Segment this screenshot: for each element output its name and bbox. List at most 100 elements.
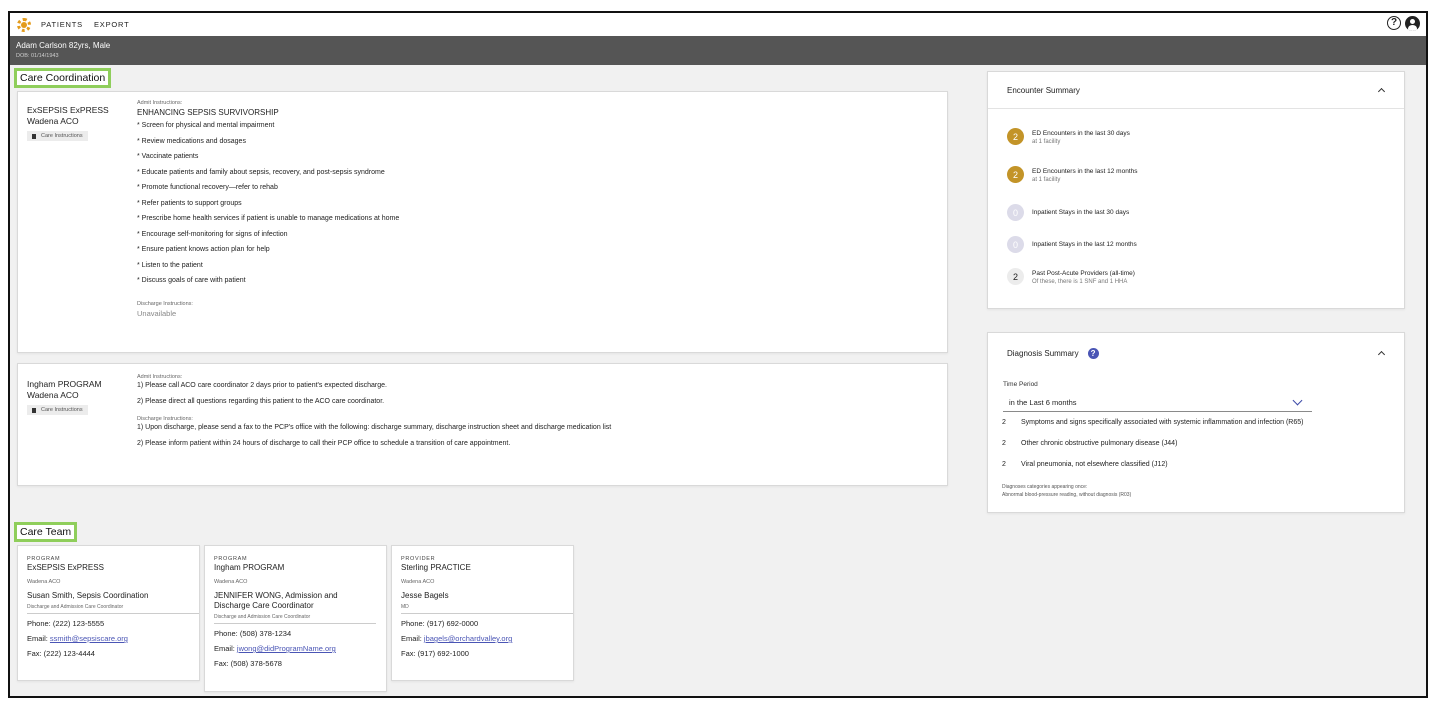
instruction-line: * Screen for physical and mental impairm… [137, 122, 275, 129]
sun-logo-icon[interactable] [16, 17, 32, 33]
time-period-select[interactable]: in the Last 6 months [1003, 394, 1312, 412]
instruction-line: * Educate patients and family about seps… [137, 168, 385, 176]
email-label: Email: [27, 634, 50, 643]
email-label: Email: [214, 644, 237, 653]
program-name: Ingham PROGRAM [27, 379, 102, 389]
chip-label: Care Instructions [41, 133, 83, 139]
team-program-name: ExSEPSIS ExPRESS [27, 563, 104, 572]
encounter-item: 2 Past Post-Acute Providers (all-time) Of… [1007, 268, 1135, 287]
encounter-sub: at 1 facility [1032, 177, 1061, 183]
team-program-name: Ingham PROGRAM [214, 563, 285, 572]
chevron-up-icon[interactable] [1377, 350, 1386, 359]
team-member-name: Jesse Bagels [401, 591, 449, 600]
diagnosis-summary-card: Diagnosis Summary? Time Period in the La… [987, 332, 1405, 513]
team-org: Wadena ACO [214, 579, 248, 585]
diagnoses-once: Diagnoses categories appearing once: Abn… [1002, 483, 1131, 499]
count-badge: 2 [1007, 128, 1024, 145]
team-role: PROVIDER [401, 556, 436, 562]
instruction-line: 1) Please call ACO care coordinator 2 da… [137, 382, 387, 389]
app-frame: PATIENTS EXPORT ? Adam Carlson 82yrs, Ma… [8, 11, 1428, 698]
chevron-down-icon[interactable] [1292, 395, 1303, 406]
count-badge: 2 [1007, 166, 1024, 183]
team-member-title: MD [401, 604, 573, 614]
account-circle-icon[interactable] [1405, 16, 1420, 31]
instruction-line: 2) Please direct all questions regarding… [137, 397, 385, 405]
diagnosis-count: 2 [1002, 461, 1006, 468]
nav-patients[interactable]: PATIENTS [41, 20, 83, 29]
team-org: Wadena ACO [27, 579, 61, 585]
clipboard-icon [32, 133, 36, 139]
nav-export[interactable]: EXPORT [94, 20, 130, 29]
admit-instructions-title: ENHANCING SEPSIS SURVIVORSHIP [137, 108, 279, 117]
diagnosis-summary-header[interactable]: Diagnosis Summary? [988, 333, 1404, 373]
team-phone: Phone: (222) 123-5555 [27, 619, 105, 628]
discharge-instructions-label: Discharge Instructions: [137, 300, 193, 307]
instruction-line: * Promote functional recovery—refer to r… [137, 184, 278, 191]
team-program-name: Sterling PRACTICE [401, 563, 471, 572]
team-member-title: Discharge and Admission Care Coordinator [214, 614, 376, 624]
encounter-item: 2 ED Encounters in the last 12 months at … [1007, 166, 1138, 185]
count-badge: 0 [1007, 236, 1024, 253]
team-phone: Phone: (508) 378-1234 [214, 629, 292, 638]
care-team-card: PROGRAM ExSEPSIS ExPRESS Wadena ACO Susa… [17, 545, 200, 681]
team-member-name: JENNIFER WONG, Admission and Discharge C… [214, 591, 338, 610]
care-team-title: Care Team [14, 522, 78, 542]
time-period-value: in the Last 6 months [1009, 398, 1077, 407]
team-email-link[interactable]: jbagels@orchardvalley.org [424, 634, 512, 643]
encounter-label: Inpatient Stays in the last 12 months [1032, 241, 1137, 248]
diagnosis-label: Other chronic obstructive pulmonary dise… [1021, 440, 1178, 447]
care-instructions-chip[interactable]: Care Instructions [27, 405, 88, 415]
team-role: PROGRAM [27, 556, 61, 562]
diagnosis-summary-title: Diagnosis Summary [1007, 348, 1079, 358]
help-circle-icon[interactable]: ? [1387, 16, 1401, 30]
encounter-sub: at 1 facility [1032, 139, 1061, 145]
patient-name: Adam Carlson 82yrs, Male [16, 41, 111, 50]
email-label: Email: [401, 634, 424, 643]
chevron-up-icon[interactable] [1377, 87, 1386, 96]
top-nav-bar: PATIENTS EXPORT ? [10, 13, 1426, 36]
care-instructions-chip[interactable]: Care Instructions [27, 131, 88, 141]
encounter-label: Past Post-Acute Providers (all-time) [1032, 270, 1135, 277]
instruction-line: * Prescribe home health services if pati… [137, 215, 400, 222]
admit-instructions-label: Admit Instructions: [137, 100, 183, 106]
count-badge: 2 [1007, 268, 1024, 285]
instruction-line: 2) Please inform patient within 24 hours… [137, 439, 511, 447]
diagnosis-label: Viral pneumonia, not elsewhere classifie… [1021, 461, 1168, 468]
encounter-label: ED Encounters in the last 30 days [1032, 130, 1130, 137]
program-org: Wadena ACO [27, 390, 79, 400]
instruction-line: * Vaccinate patients [137, 153, 199, 160]
instruction-line: * Discuss goals of care with patient [137, 277, 246, 284]
team-email-link[interactable]: ssmith@sepsiscare.org [50, 634, 128, 643]
question-circle-icon[interactable]: ? [1087, 347, 1099, 359]
team-email-link[interactable]: jwong@didProgramName.org [237, 644, 336, 653]
program-card-exsepsis: ExSEPSIS ExPRESS Wadena ACO Care Instruc… [17, 91, 948, 353]
team-member-name: Susan Smith, Sepsis Coordination [27, 591, 149, 600]
team-org: Wadena ACO [401, 579, 435, 585]
diagnosis-count: 2 [1002, 419, 1006, 426]
encounter-item: 0 Inpatient Stays in the last 30 days [1007, 204, 1129, 221]
instruction-line: * Refer patients to support groups [137, 199, 242, 207]
team-fax: Fax: (222) 123-4444 [27, 649, 95, 658]
care-team-card: PROVIDER Sterling PRACTICE Wadena ACO Je… [391, 545, 574, 681]
diagnosis-label: Symptoms and signs specifically associat… [1021, 419, 1304, 426]
time-period-label: Time Period [1003, 381, 1038, 388]
instruction-line: * Listen to the patient [137, 261, 203, 269]
care-coordination-title: Care Coordination [14, 68, 112, 88]
diagnoses-once-label: Diagnoses categories appearing once: [1002, 484, 1088, 490]
encounter-label: ED Encounters in the last 12 months [1032, 168, 1138, 175]
team-phone: Phone: (917) 692-0000 [401, 619, 479, 628]
care-team-card: PROGRAM Ingham PROGRAM Wadena ACO JENNIF… [204, 545, 387, 692]
encounter-summary-title: Encounter Summary [1007, 85, 1080, 95]
diagnoses-once-value: Abnormal blood-pressure reading, without… [1002, 492, 1132, 498]
diagnosis-row: 2 Other chronic obstructive pulmonary dis… [1002, 440, 1177, 447]
encounter-item: 0 Inpatient Stays in the last 12 months [1007, 236, 1137, 253]
discharge-instructions-value: Unavailable [137, 308, 177, 318]
chip-label: Care Instructions [41, 407, 83, 413]
count-badge: 0 [1007, 204, 1024, 221]
program-org: Wadena ACO [27, 116, 79, 126]
encounter-summary-header[interactable]: Encounter Summary [988, 72, 1404, 109]
encounter-label: Inpatient Stays in the last 30 days [1032, 209, 1130, 216]
encounter-summary-card: Encounter Summary 2 ED Encounters in the… [987, 71, 1405, 309]
program-card-ingham: Ingham PROGRAM Wadena ACO Care Instructi… [17, 363, 948, 486]
encounter-sub: Of these, there is 1 SNF and 1 HHA [1032, 279, 1128, 285]
